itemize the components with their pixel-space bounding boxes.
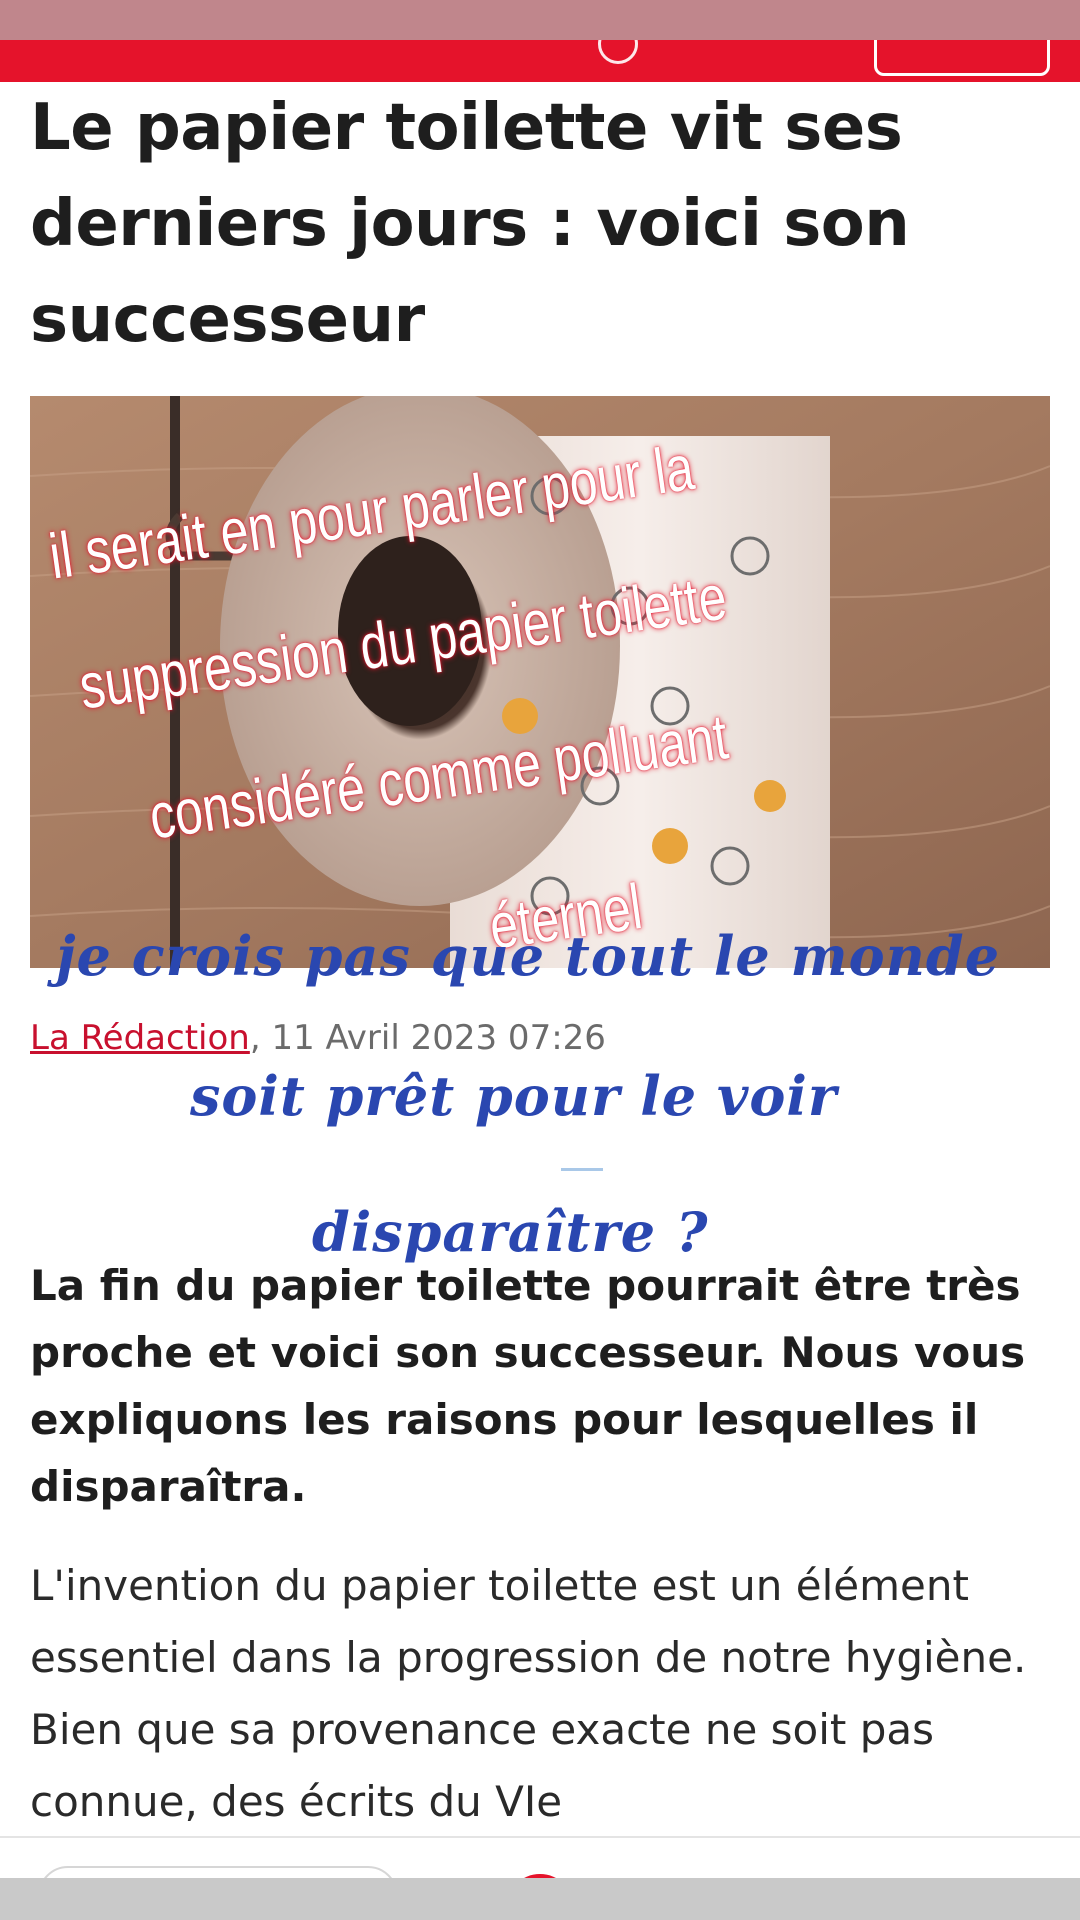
article-body: L'invention du papier toilette est un él… bbox=[30, 1561, 1027, 1826]
toilet-paper-photo bbox=[30, 396, 1050, 968]
nav-action-button[interactable] bbox=[874, 40, 1050, 76]
article-byline: La Rédaction, 11 Avril 2023 07:26 bbox=[30, 1018, 606, 1058]
hero-image bbox=[30, 396, 1050, 968]
user-icon[interactable] bbox=[598, 40, 638, 64]
section-divider bbox=[561, 1168, 603, 1171]
publish-date: , 11 Avril 2023 07:26 bbox=[249, 1018, 606, 1058]
handwritten-comment-line: soit prêt pour le voir bbox=[190, 1064, 838, 1128]
system-navigation-bar bbox=[0, 1878, 1080, 1920]
top-navigation-bar bbox=[0, 40, 1080, 82]
handwritten-comment-line: je crois pas que tout le monde bbox=[56, 924, 1001, 988]
status-bar bbox=[0, 0, 1080, 40]
article-lead: La fin du papier toilette pourrait être … bbox=[30, 1261, 1026, 1511]
article-headline: Le papier toilette vit ses derniers jour… bbox=[30, 91, 910, 357]
author-link[interactable]: La Rédaction bbox=[30, 1018, 250, 1058]
